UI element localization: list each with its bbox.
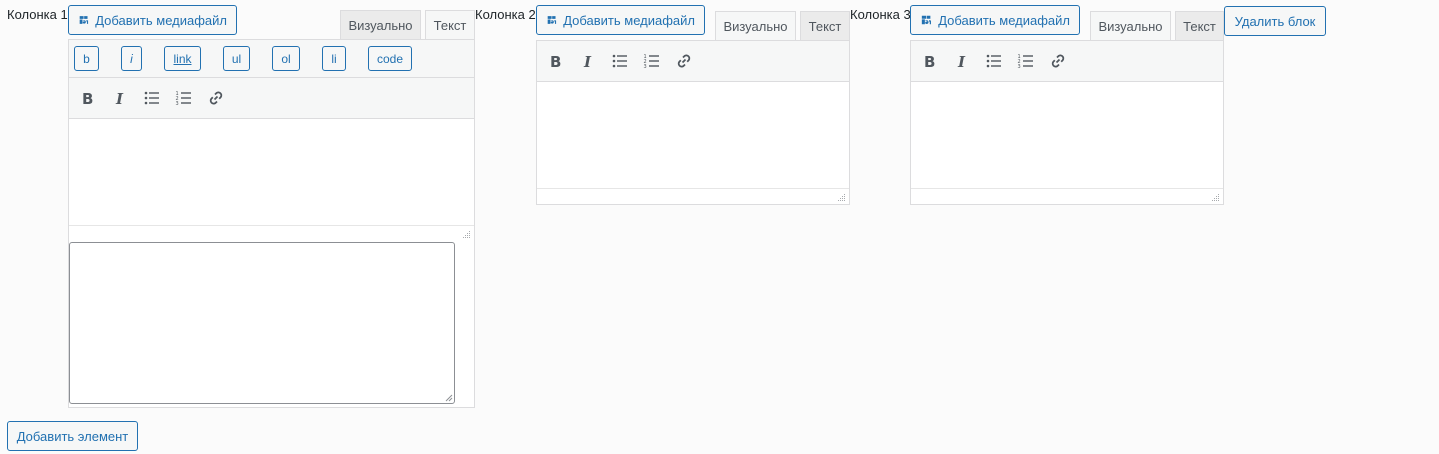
tab-text-1[interactable]: Текст bbox=[425, 10, 475, 40]
media-icon bbox=[547, 16, 557, 24]
bullet-list-icon[interactable] bbox=[136, 83, 168, 113]
visual-toolbar: B I 123 bbox=[537, 41, 849, 82]
qt-li-button[interactable]: li bbox=[322, 46, 346, 71]
add-element-button[interactable]: Добавить элемент bbox=[7, 421, 138, 451]
add-media-label: Добавить медиафайл bbox=[938, 12, 1070, 28]
link-icon[interactable] bbox=[1042, 46, 1074, 76]
content-textarea[interactable] bbox=[69, 242, 455, 404]
link-icon[interactable] bbox=[200, 83, 232, 113]
svg-text:B: B bbox=[924, 53, 935, 71]
column-3-label: Колонка 3 bbox=[850, 7, 911, 22]
add-media-button-3[interactable]: Добавить медиафайл bbox=[910, 5, 1080, 35]
qt-code-button[interactable]: code bbox=[368, 46, 412, 71]
editor-1: b i link ul ol li code B I 123 bbox=[68, 39, 475, 408]
visual-toolbar: B I 123 bbox=[69, 78, 474, 119]
svg-text:3: 3 bbox=[1018, 64, 1021, 70]
media-icon bbox=[921, 15, 931, 25]
svg-text:3: 3 bbox=[644, 64, 647, 70]
column-2-label: Колонка 2 bbox=[475, 7, 536, 22]
svg-text:I: I bbox=[957, 53, 966, 71]
bold-icon[interactable]: B bbox=[914, 46, 946, 76]
qt-ol-button[interactable]: ol bbox=[272, 46, 300, 71]
bullet-list-icon[interactable] bbox=[978, 46, 1010, 76]
tab-text-3[interactable]: Текст bbox=[1175, 11, 1224, 41]
link-icon[interactable] bbox=[668, 46, 700, 76]
qt-bold-button[interactable]: b bbox=[74, 46, 99, 71]
tab-text-2[interactable]: Текст bbox=[800, 11, 850, 41]
media-icon bbox=[79, 16, 89, 24]
quicktags-toolbar: b i link ul ol li code bbox=[69, 40, 474, 78]
resize-grip-icon[interactable] bbox=[836, 192, 846, 202]
svg-text:I: I bbox=[583, 53, 592, 71]
delete-block-button[interactable]: Удалить блок bbox=[1224, 6, 1326, 36]
svg-text:B: B bbox=[82, 90, 93, 108]
bold-icon[interactable]: B bbox=[72, 83, 104, 113]
column-1-label: Колонка 1 bbox=[7, 7, 68, 22]
tab-visual-3[interactable]: Визуально bbox=[1090, 11, 1171, 41]
editor-status-bar bbox=[69, 225, 474, 241]
add-media-button-1[interactable]: Добавить медиафайл bbox=[68, 5, 237, 35]
textarea-resize-icon[interactable] bbox=[443, 392, 453, 402]
bullet-list-icon[interactable] bbox=[604, 46, 636, 76]
numbered-list-icon[interactable]: 123 bbox=[636, 46, 668, 76]
tab-visual-1[interactable]: Визуально bbox=[340, 10, 421, 40]
italic-icon[interactable]: I bbox=[104, 83, 136, 113]
editor-status-bar bbox=[911, 188, 1223, 204]
resize-grip-icon[interactable] bbox=[461, 229, 471, 239]
numbered-list-icon[interactable]: 123 bbox=[168, 83, 200, 113]
tab-visual-2[interactable]: Визуально bbox=[715, 11, 796, 41]
editor-3: B I 123 bbox=[910, 40, 1224, 205]
svg-text:B: B bbox=[550, 53, 561, 71]
qt-italic-button[interactable]: i bbox=[121, 46, 142, 71]
qt-link-button[interactable]: link bbox=[164, 46, 201, 71]
add-media-button-2[interactable]: Добавить медиафайл bbox=[536, 5, 705, 35]
editor-status-bar bbox=[537, 188, 849, 204]
italic-icon[interactable]: I bbox=[946, 46, 978, 76]
numbered-list-icon[interactable]: 123 bbox=[1010, 46, 1042, 76]
qt-ul-button[interactable]: ul bbox=[223, 46, 250, 71]
add-media-label: Добавить медиафайл bbox=[95, 12, 227, 28]
visual-toolbar: B I 123 bbox=[911, 41, 1223, 82]
bold-icon[interactable]: B bbox=[540, 46, 572, 76]
italic-icon[interactable]: I bbox=[572, 46, 604, 76]
editor-2: B I 123 bbox=[536, 40, 850, 205]
add-media-label: Добавить медиафайл bbox=[563, 12, 695, 28]
svg-text:3: 3 bbox=[176, 101, 179, 107]
svg-text:I: I bbox=[115, 90, 124, 108]
resize-grip-icon[interactable] bbox=[1210, 192, 1220, 202]
